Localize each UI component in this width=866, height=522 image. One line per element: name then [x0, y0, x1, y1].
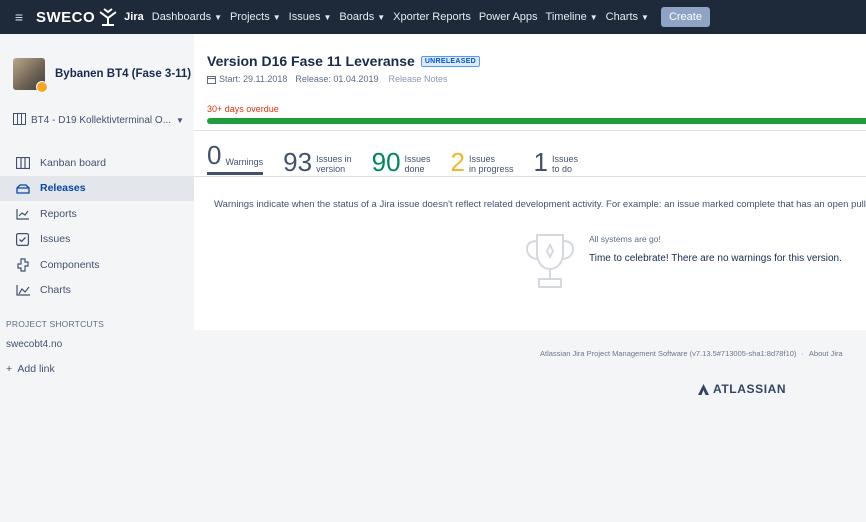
project-header[interactable]: Bybanen BT4 (Fase 3-11): [0, 34, 194, 96]
sidebar-menu: Kanban board Releases Reports Issues Com…: [0, 150, 194, 303]
sidebar-item-label: Issues: [40, 233, 71, 246]
create-button[interactable]: Create: [660, 7, 710, 27]
tab-issues-to-do[interactable]: 1 Issues to do: [534, 149, 578, 175]
project-badge-icon: [36, 81, 48, 93]
overdue-label: 30+ days overdue: [207, 104, 279, 114]
nav-dashboards[interactable]: Dashboards ▼: [152, 11, 222, 23]
chevron-down-icon: ▼: [323, 13, 332, 22]
nav-issues[interactable]: Issues ▼: [289, 11, 332, 23]
project-shortcuts-heading: PROJECT SHORTCUTS: [6, 319, 105, 329]
sidebar-item-label: Components: [40, 258, 100, 271]
brand-name: SWECO: [36, 8, 96, 26]
nav-boards[interactable]: Boards ▼: [339, 11, 385, 23]
sidebar-item-kanban-board[interactable]: Kanban board: [0, 150, 194, 176]
chevron-down-icon: ▼: [214, 13, 222, 22]
chevron-down-icon: ▼: [176, 115, 184, 125]
atlassian-logo-text: ATLASSIAN: [713, 382, 787, 396]
chevron-down-icon: ▼: [272, 13, 281, 22]
project-avatar: [13, 58, 48, 93]
board-selector-label: BT4 - D19 Kollektivterminal O...: [31, 114, 172, 126]
nav-power-apps[interactable]: Power Apps: [479, 11, 538, 23]
issues-done-label: Issues done: [404, 154, 431, 174]
tab-issues-in-progress[interactable]: 2 Issues in progress: [451, 149, 514, 175]
status-badge: UNRELEASED: [420, 55, 481, 67]
empty-state-subtitle: All systems are go!: [589, 234, 661, 244]
start-date: Start: 29.11.2018: [219, 74, 288, 84]
footer: Atlassian Jira Project Management Softwa…: [540, 349, 843, 358]
chevron-down-icon: ▼: [377, 13, 386, 22]
sidebar-item-label: Releases: [40, 182, 86, 195]
version-title: Version D16 Fase 11 Leveranse: [207, 53, 415, 69]
kanban-board-icon: [16, 156, 40, 169]
sidebar-item-issues[interactable]: Issues: [0, 227, 194, 253]
divider: [194, 176, 866, 177]
sidebar-item-label: Charts: [40, 284, 71, 297]
components-icon: [16, 258, 40, 272]
atlassian-logo[interactable]: ATLASSIAN: [698, 382, 786, 396]
project-sidebar: Bybanen BT4 (Fase 3-11) BT4 - D19 Kollek…: [0, 34, 194, 522]
nav-xporter-reports[interactable]: Xporter Reports: [393, 11, 471, 23]
nav-projects[interactable]: Projects ▼: [230, 11, 281, 23]
empty-state-message: Time to celebrate! There are no warnings…: [589, 253, 842, 264]
project-name: Bybanen BT4 (Fase 3-11): [55, 68, 192, 80]
top-navigation-bar: ≡ SWECO Jira Dashboards ▼ Projects ▼ Issue…: [0, 0, 866, 34]
tab-issues-in-version[interactable]: 93 Issues in version: [283, 149, 351, 175]
trophy-icon: [525, 234, 575, 288]
sweco-logo-icon: [99, 8, 117, 26]
warnings-label: Warnings: [225, 157, 264, 167]
jira-product-link[interactable]: Jira: [124, 11, 144, 23]
issues-done-count: 90: [371, 147, 401, 177]
sidebar-item-charts[interactable]: Charts: [0, 278, 194, 304]
about-jira-link[interactable]: About Jira: [809, 349, 843, 358]
board-icon: [13, 112, 31, 128]
issues-icon: [16, 232, 40, 246]
reports-icon: [16, 208, 40, 220]
tab-issues-done[interactable]: 90 Issues done: [372, 149, 431, 175]
version-meta: Start: 29.11.2018 Release: 01.04.2019 Re…: [207, 74, 448, 84]
chevron-down-icon: ▼: [589, 13, 598, 22]
tab-warnings[interactable]: 0 Warnings: [207, 140, 264, 175]
issues-in-version-count: 93: [283, 147, 313, 177]
release-date: Release: 01.04.2019: [295, 74, 379, 84]
board-selector[interactable]: BT4 - D19 Kollektivterminal O... ▼: [0, 108, 194, 132]
issues-in-progress-count: 2: [450, 147, 466, 177]
warnings-count: 0: [207, 140, 222, 170]
app-switcher-icon[interactable]: ≡: [8, 9, 30, 25]
nav-timeline[interactable]: Timeline ▼: [546, 11, 598, 23]
version-progress-bar: [207, 118, 866, 124]
issues-in-progress-label: Issues in progress: [469, 154, 514, 174]
add-link-label: Add link: [17, 363, 55, 375]
version-stats: 0 Warnings 93 Issues in version 90 Issues…: [207, 139, 598, 175]
sidebar-item-reports[interactable]: Reports: [0, 201, 194, 227]
sidebar-item-label: Reports: [40, 207, 77, 220]
chevron-down-icon: ▼: [641, 13, 649, 22]
calendar-icon: [207, 75, 216, 84]
sidebar-item-components[interactable]: Components: [0, 252, 194, 278]
footer-software-link[interactable]: Atlassian Jira Project Management Softwa…: [540, 349, 796, 358]
releases-icon: [16, 182, 40, 194]
version-main-panel: Version D16 Fase 11 Leveranse UNRELEASED…: [194, 34, 866, 330]
plus-icon: +: [6, 363, 13, 375]
page-title: Version D16 Fase 11 Leveranse UNRELEASED: [207, 53, 481, 69]
charts-icon: [16, 284, 40, 296]
atlassian-icon: [698, 383, 709, 395]
shortcut-link[interactable]: swecobt4.no: [0, 339, 194, 350]
warnings-description: Warnings indicate when the status of a J…: [214, 199, 866, 210]
add-link-button[interactable]: + Add link: [0, 363, 194, 375]
divider: [194, 130, 866, 131]
sweco-logo[interactable]: SWECO: [36, 8, 118, 26]
sidebar-item-releases[interactable]: Releases: [0, 175, 194, 201]
issues-in-version-label: Issues in version: [316, 154, 352, 174]
issues-to-do-count: 1: [533, 147, 549, 177]
nav-charts[interactable]: Charts ▼: [606, 11, 649, 23]
release-notes-link[interactable]: Release Notes: [388, 74, 447, 84]
sidebar-item-label: Kanban board: [40, 156, 106, 169]
issues-to-do-label: Issues to do: [552, 154, 579, 174]
